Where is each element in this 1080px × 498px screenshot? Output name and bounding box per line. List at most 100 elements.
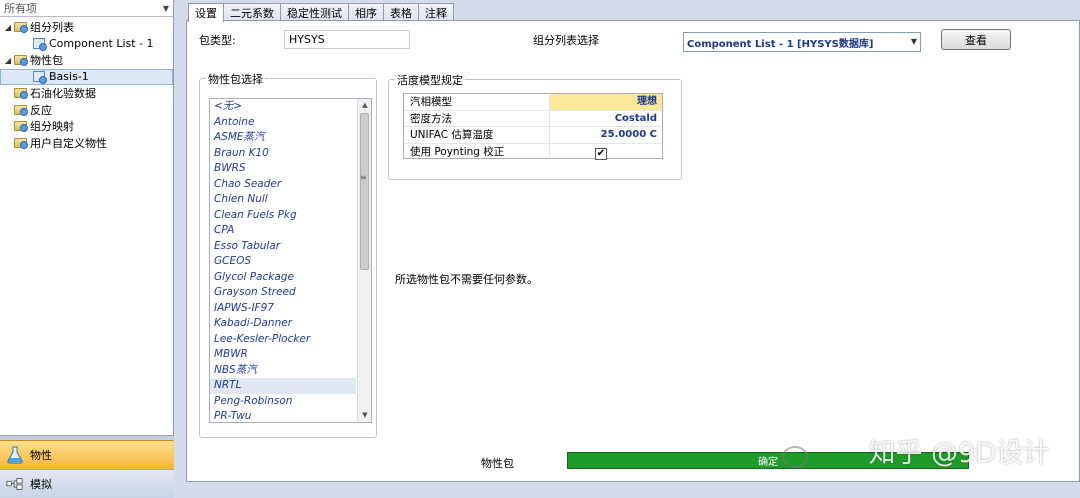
folder-icon: [13, 120, 28, 133]
footer-label: 物性包: [481, 457, 514, 470]
tree-item-component-list-1[interactable]: Component List - 1: [0, 36, 173, 53]
tree-item-label: 组分映射: [30, 120, 74, 134]
flask-icon: [6, 446, 24, 464]
list-item[interactable]: Esso Tabular: [210, 239, 356, 255]
vertical-scrollbar[interactable]: ▲ ≡ ▼: [357, 99, 371, 422]
list-item[interactable]: Chien Null: [210, 192, 356, 208]
tree-item-label: 石油化验数据: [30, 87, 96, 101]
list-item[interactable]: MBWR: [210, 347, 356, 363]
list-item[interactable]: PR-Twu: [210, 409, 356, 422]
activity-model-group: 活度模型规定 汽相模型 理想 密度方法 Costald UNIFAC 估算温度 …: [388, 72, 682, 180]
group-title: 活度模型规定: [395, 72, 465, 88]
property-package-group: 物性包选择 <无> Antoine ASME蒸汽 Braun K10 BWRS Chao …: [199, 71, 377, 438]
scroll-up-icon[interactable]: ▲: [358, 99, 371, 112]
list-item[interactable]: GCEOS: [210, 254, 356, 270]
property-package-items: <无> Antoine ASME蒸汽 Braun K10 BWRS Chao Seader…: [210, 99, 356, 422]
tab-phase-order[interactable]: 相序: [348, 3, 384, 21]
navigation-buttons: 物性 模拟: [0, 435, 174, 498]
list-item[interactable]: IAPWS-IF97: [210, 301, 356, 317]
tree-item-reactions[interactable]: 反应: [0, 102, 173, 119]
property-package-list[interactable]: <无> Antoine ASME蒸汽 Braun K10 BWRS Chao Seader…: [209, 98, 372, 423]
grid-row: 汽相模型 理想: [404, 94, 662, 111]
navigation-pane: 所有项 ▼ ◢ 组分列表 Component List - 1 ◢ 物性包 Ba…: [0, 0, 174, 498]
chevron-down-icon[interactable]: ▼: [911, 37, 917, 46]
status-text: 确定: [758, 457, 778, 468]
collapse-icon[interactable]: ◢: [3, 56, 13, 65]
list-item[interactable]: Kabadi-Danner: [210, 316, 356, 332]
scroll-thumb[interactable]: [360, 113, 369, 270]
density-method-cell[interactable]: Costald: [550, 111, 662, 127]
main-panel: 设置 二元系数 稳定性测试 相序 表格 注释 包类型: HYSYS 组分列表选择…: [178, 0, 1080, 498]
tab-settings[interactable]: 设置: [188, 3, 224, 22]
tree-item-petroleum-assays[interactable]: 石油化验数据: [0, 85, 173, 102]
scroll-down-icon[interactable]: ▼: [358, 409, 371, 422]
poynting-cell: ✔: [550, 144, 662, 161]
grip-icon: ≡: [360, 173, 367, 182]
grid-row: 使用 Poynting 校正 ✔: [404, 143, 662, 161]
document-icon: [32, 38, 47, 52]
tree-item-label: Component List - 1: [49, 37, 154, 51]
grid-label: 汽相模型: [404, 94, 550, 110]
tab-stability-test[interactable]: 稳定性测试: [280, 3, 349, 21]
list-item[interactable]: Grayson Streed: [210, 285, 356, 301]
list-item[interactable]: BWRS: [210, 161, 356, 177]
tab-tables[interactable]: 表格: [383, 3, 419, 21]
tree-item-component-maps[interactable]: 组分映射: [0, 118, 173, 135]
component-list-label: 组分列表选择: [533, 34, 599, 47]
chat-bubble-icon: [782, 446, 808, 468]
list-item[interactable]: ASME蒸汽: [210, 130, 356, 146]
tree-item-label: 组分列表: [30, 21, 74, 35]
nav-button-label: 物性: [30, 449, 52, 462]
folder-icon: [13, 137, 28, 149]
document-icon: [32, 71, 47, 85]
settings-content: 包类型: HYSYS 组分列表选择 Component List - 1 [HY…: [186, 20, 1080, 482]
grid-label: UNIFAC 估算温度: [404, 127, 550, 143]
folder-icon: [13, 21, 28, 34]
activity-model-grid: 汽相模型 理想 密度方法 Costald UNIFAC 估算温度 25.0000…: [403, 93, 663, 161]
tree-item-user-properties[interactable]: 用户自定义物性: [0, 135, 173, 152]
view-button[interactable]: 查看: [941, 29, 1011, 50]
list-item[interactable]: Glycol Package: [210, 270, 356, 286]
grid-row: 密度方法 Costald: [404, 110, 662, 127]
list-item[interactable]: Braun K10: [210, 146, 356, 162]
poynting-checkbox[interactable]: ✔: [595, 147, 607, 160]
list-item[interactable]: Clean Fuels Pkg: [210, 208, 356, 224]
vapour-model-cell[interactable]: 理想: [550, 94, 662, 110]
grid-row: UNIFAC 估算温度 25.0000 C: [404, 127, 662, 144]
folder-icon: [13, 87, 28, 100]
tree-item-label: 物性包: [30, 54, 63, 68]
nav-button-properties[interactable]: 物性: [0, 440, 174, 469]
list-item[interactable]: Lee-Kesler-Plocker: [210, 332, 356, 348]
grid-label: 密度方法: [404, 110, 550, 126]
tree-item-component-lists[interactable]: ◢ 组分列表: [0, 19, 173, 36]
list-item[interactable]: Chao Seader: [210, 177, 356, 193]
list-item[interactable]: NBS蒸汽: [210, 363, 356, 379]
tab-binary-coeffs[interactable]: 二元系数: [223, 3, 281, 21]
watermark: 知乎 @9D设计: [868, 438, 1050, 469]
collapse-icon[interactable]: ◢: [3, 23, 13, 32]
unifac-temp-cell[interactable]: 25.0000 C: [550, 127, 662, 143]
no-params-message: 所选物性包不需要任何参数。: [395, 273, 538, 286]
folder-icon: [13, 54, 28, 67]
view-selector[interactable]: 所有项 ▼: [0, 0, 173, 17]
nav-button-label: 模拟: [30, 478, 52, 491]
tree-item-label: Basis-1: [49, 70, 89, 84]
tab-notes[interactable]: 注释: [418, 3, 454, 21]
nav-button-simulation[interactable]: 模拟: [0, 469, 174, 498]
package-type-field[interactable]: HYSYS: [284, 30, 410, 49]
list-item[interactable]: Antoine: [210, 115, 356, 131]
view-selector-label: 所有项: [4, 2, 37, 15]
list-item[interactable]: NRTL: [210, 378, 356, 394]
list-item[interactable]: CPA: [210, 223, 356, 239]
component-list-select[interactable]: Component List - 1 [HYSYS数据库] ▼: [683, 32, 921, 52]
list-item[interactable]: <无>: [210, 99, 356, 115]
group-title: 物性包选择: [206, 71, 265, 87]
list-item[interactable]: Peng-Robinson: [210, 394, 356, 410]
tree-item-fluid-packages[interactable]: ◢ 物性包: [0, 52, 173, 69]
tab-strip: 设置 二元系数 稳定性测试 相序 表格 注释: [188, 3, 454, 22]
tree-item-basis-1[interactable]: Basis-1: [0, 68, 173, 85]
chevron-down-icon[interactable]: ▼: [163, 4, 169, 13]
package-type-label: 包类型:: [199, 34, 236, 47]
component-list-value: Component List - 1 [HYSYS数据库]: [687, 38, 874, 50]
folder-icon: [13, 104, 28, 116]
